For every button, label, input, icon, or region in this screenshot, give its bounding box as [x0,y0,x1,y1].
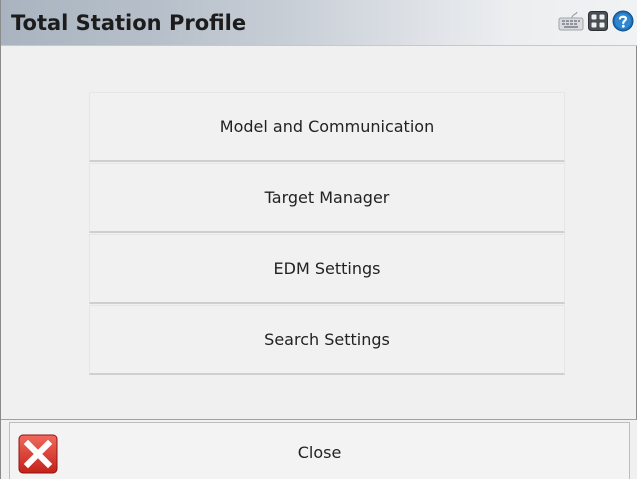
title-icons [558,10,634,32]
close-label: Close [297,443,342,462]
menu-item-label: EDM Settings [273,259,381,278]
bottom-bar: Close [1,419,637,479]
close-button[interactable]: Close [9,422,630,479]
search-settings-button[interactable]: Search Settings [89,305,565,375]
menu-item-label: Search Settings [264,330,390,349]
help-icon[interactable] [612,10,634,32]
total-station-profile-window: Total Station Profile Model and Communic… [0,0,637,479]
menu-item-label: Model and Communication [219,117,435,136]
model-and-communication-button[interactable]: Model and Communication [89,92,565,162]
profile-menu: Model and Communication Target Manager E… [89,92,565,375]
page-title: Total Station Profile [11,11,247,35]
target-manager-button[interactable]: Target Manager [89,163,565,233]
menu-item-label: Target Manager [264,188,390,207]
edm-settings-button[interactable]: EDM Settings [89,234,565,304]
keyboard-icon[interactable] [558,11,584,31]
title-bar: Total Station Profile [1,0,637,46]
grid-icon[interactable] [588,11,608,31]
